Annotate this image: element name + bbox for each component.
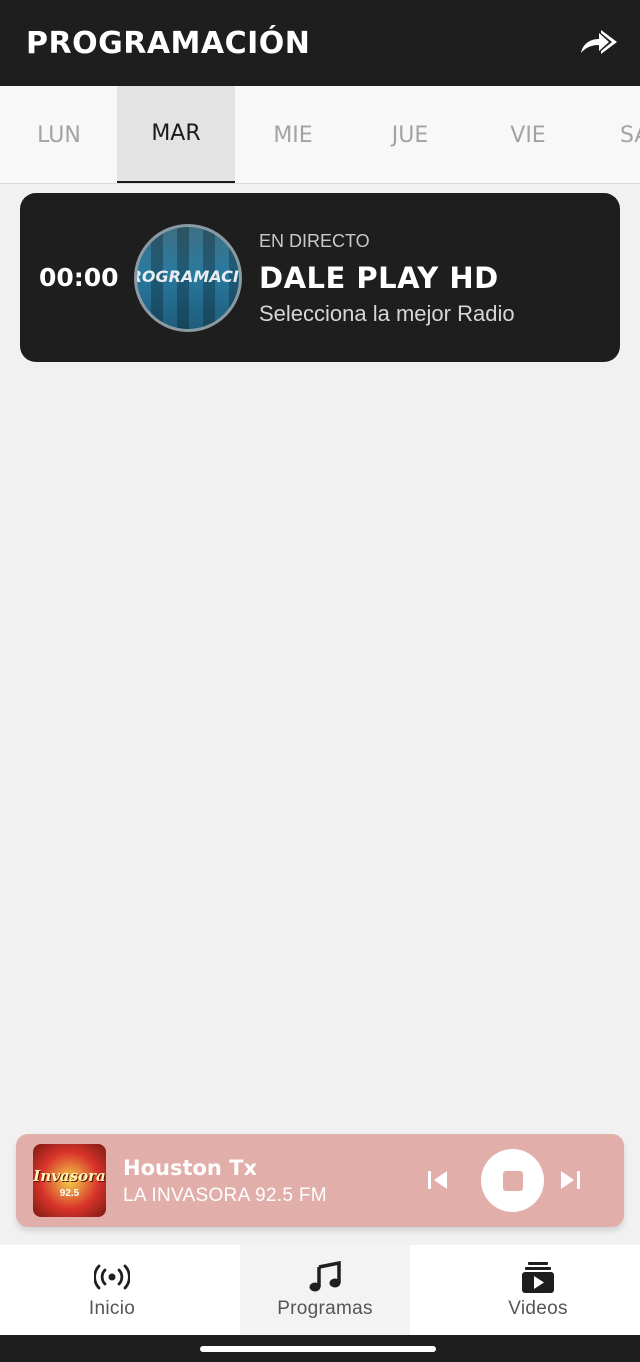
nav-item-programas[interactable]: Programas: [240, 1245, 410, 1335]
share-arrow-icon: [581, 30, 617, 54]
share-button[interactable]: [578, 22, 620, 64]
video-library-icon: [521, 1260, 555, 1294]
mini-player[interactable]: Invasora 92.5 Houston Tx LA INVASORA 92.…: [16, 1134, 624, 1227]
music-note-icon: [308, 1260, 342, 1294]
stop-button[interactable]: [481, 1149, 544, 1212]
live-status: EN DIRECTO: [259, 231, 370, 251]
nav-item-inicio[interactable]: Inicio: [12, 1245, 212, 1335]
program-logo: ROGRAMACIO: [134, 224, 242, 332]
program-logo-text: ROGRAMACIO: [134, 267, 239, 286]
skip-next-icon: [561, 1171, 580, 1189]
nav-label-programas: Programas: [277, 1298, 373, 1319]
page-title: PROGRAMACIÓN: [26, 25, 311, 61]
broadcast-icon: [94, 1260, 130, 1294]
nav-label-videos: Videos: [508, 1298, 568, 1319]
station-artwork-frequency: 92.5: [59, 1188, 80, 1199]
tab-vie[interactable]: VIE: [469, 86, 587, 183]
program-time: 00:00: [39, 263, 119, 292]
nav-item-videos[interactable]: Videos: [438, 1245, 638, 1335]
tab-mar[interactable]: MAR: [117, 86, 235, 183]
app-header: PROGRAMACIÓN: [0, 0, 640, 86]
bottom-navigation: Inicio Programas Videos: [0, 1245, 640, 1335]
skip-previous-icon: [428, 1171, 447, 1189]
program-card[interactable]: 00:00 ROGRAMACIO EN DIRECTO DALE PLAY HD…: [20, 193, 620, 362]
next-button[interactable]: [552, 1162, 588, 1198]
station-artwork-text: Invasora: [33, 1167, 106, 1185]
stop-icon: [502, 1170, 523, 1191]
program-name: DALE PLAY HD: [259, 261, 499, 295]
program-description: Selecciona la mejor Radio: [259, 301, 515, 326]
player-title: Houston Tx: [123, 1156, 258, 1180]
tab-jue[interactable]: JUE: [351, 86, 469, 183]
previous-button[interactable]: [420, 1162, 456, 1198]
station-artwork: Invasora 92.5: [33, 1144, 106, 1217]
home-indicator-area: [0, 1335, 640, 1362]
tab-lun[interactable]: LUN: [0, 86, 118, 183]
day-tabs: LUN MAR MIE JUE VIE SA: [0, 86, 640, 184]
nav-label-inicio: Inicio: [88, 1298, 136, 1319]
tab-mie[interactable]: MIE: [234, 86, 352, 183]
player-subtitle: LA INVASORA 92.5 FM: [123, 1185, 327, 1206]
home-indicator[interactable]: [200, 1346, 436, 1352]
tab-sab[interactable]: SA: [586, 86, 640, 183]
